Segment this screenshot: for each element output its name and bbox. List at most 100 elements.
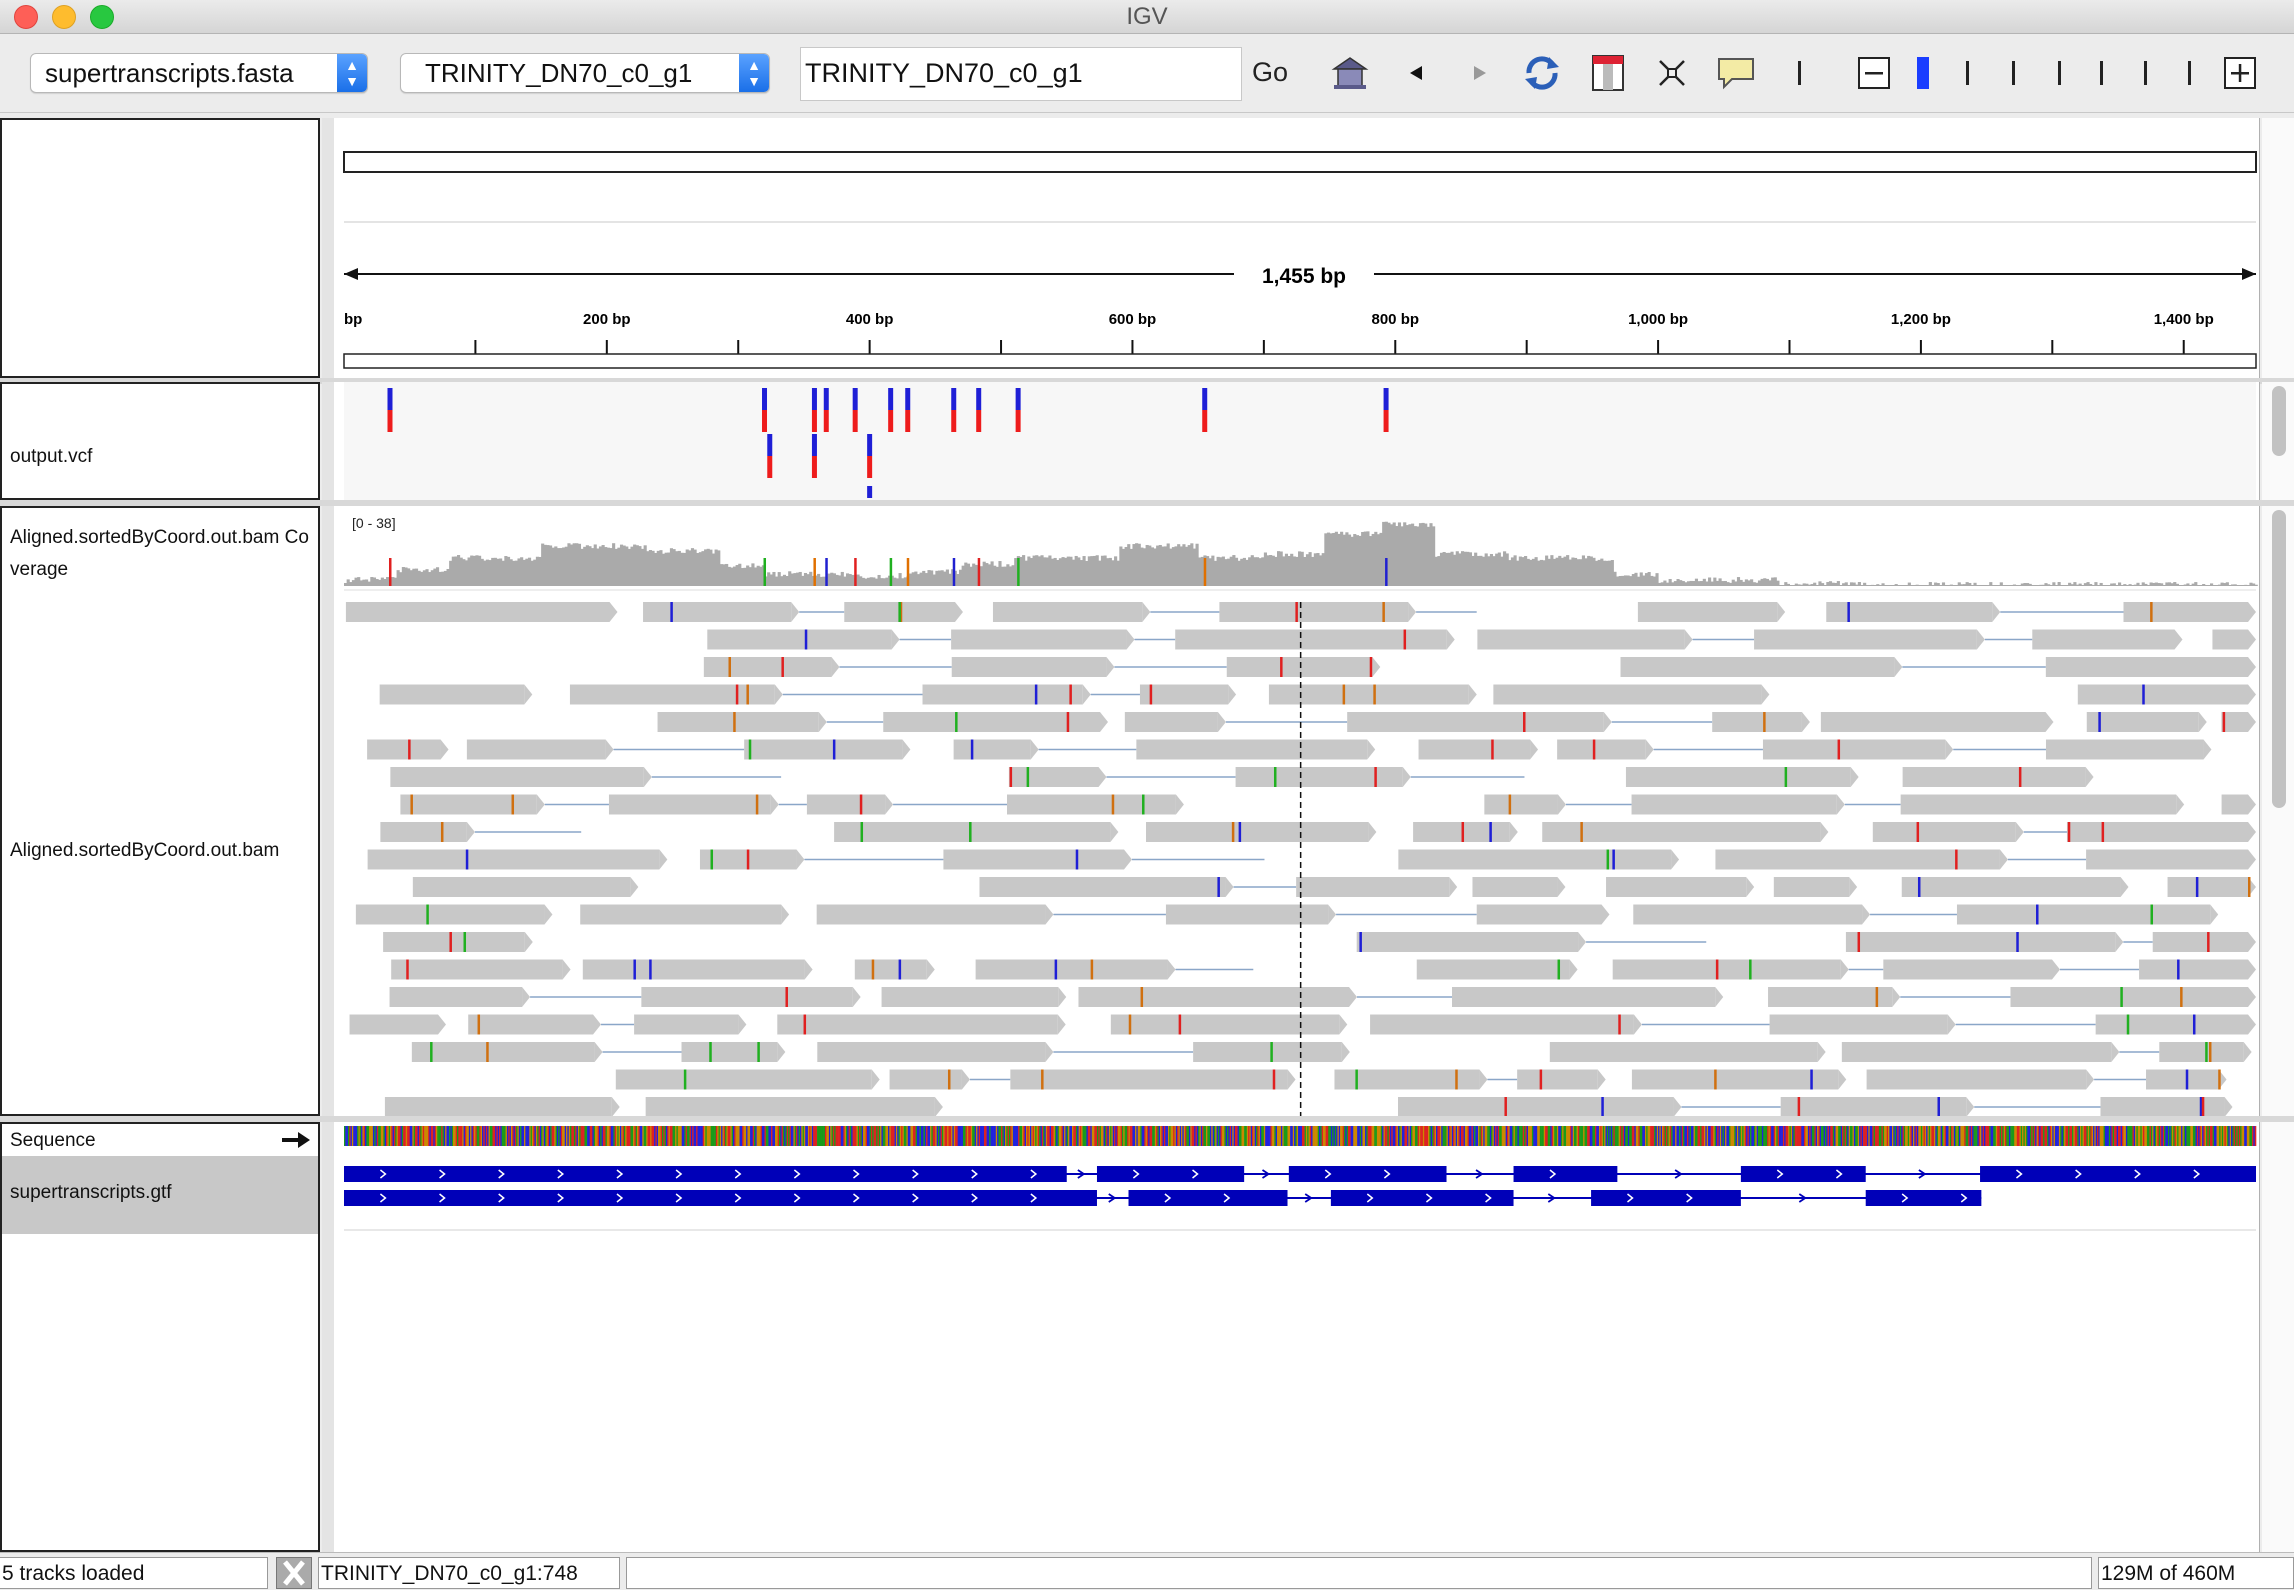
vcf-track-name[interactable]: output.vcf — [10, 446, 92, 468]
read-strand-arrow — [1999, 849, 2008, 870]
read-strand-arrow — [1123, 849, 1132, 870]
zoom-level-marker[interactable] — [1917, 57, 1929, 89]
forward-arrow-icon[interactable] — [1458, 51, 1502, 95]
feature-track[interactable] — [334, 1122, 2260, 1552]
read-mismatch — [1142, 794, 1145, 815]
variant-track[interactable] — [334, 382, 2260, 500]
aligned-read — [951, 657, 1107, 677]
aligned-read — [1398, 849, 1672, 870]
vcf-scrollbar[interactable] — [2262, 382, 2294, 500]
read-strand-arrow — [1673, 1097, 1682, 1117]
alignment-track-name[interactable]: Aligned.sortedByCoord.out.bam — [10, 840, 279, 862]
zoom-level-tick[interactable] — [2144, 61, 2147, 85]
panel-divider[interactable] — [322, 118, 334, 378]
read-mismatch — [733, 712, 736, 732]
ruler-tick-label: 400 bp — [846, 311, 894, 328]
region-of-interest-icon[interactable] — [1586, 51, 1630, 95]
read-strand-arrow — [605, 739, 614, 760]
read-strand-arrow — [2248, 987, 2256, 1007]
read-mismatch — [2185, 1069, 2189, 1090]
aligned-read — [881, 987, 1059, 1007]
aligned-read — [1712, 712, 1802, 732]
resize-to-window-icon[interactable] — [1650, 51, 1694, 95]
read-strand-arrow — [440, 739, 449, 760]
read-mismatch — [2207, 932, 2210, 952]
variant-call-het — [811, 388, 817, 410]
chromosome-ideogram[interactable] — [343, 151, 2257, 173]
read-mismatch — [430, 1042, 433, 1062]
aligned-read — [1193, 1042, 1342, 1062]
aligned-read — [817, 1042, 1046, 1062]
read-mismatch — [2201, 1097, 2205, 1117]
gtf-track-selected[interactable]: supertranscripts.gtf — [2, 1156, 318, 1234]
clear-status-icon[interactable] — [276, 1557, 312, 1589]
message-status — [626, 1557, 2092, 1589]
read-mismatch — [1491, 739, 1494, 760]
coverage-range-label: [0 - 38] — [352, 515, 396, 531]
read-mismatch — [465, 849, 469, 870]
aligned-read — [2045, 657, 2248, 677]
read-strand-arrow — [1777, 602, 1786, 622]
zoom-level-tick[interactable] — [2188, 61, 2191, 85]
read-mismatch — [2247, 877, 2251, 897]
read-strand-arrow — [2248, 794, 2256, 815]
read-strand-arrow — [2248, 932, 2256, 952]
variant-call-alt — [811, 410, 817, 432]
read-mismatch — [1714, 1069, 1717, 1090]
read-strand-arrow — [1597, 1069, 1606, 1090]
zoom-in-icon[interactable] — [2218, 51, 2262, 95]
vcf-scroll-thumb[interactable] — [2272, 386, 2286, 456]
panel-divider[interactable] — [322, 506, 334, 1116]
read-strand-arrow — [871, 1069, 880, 1090]
panel-divider[interactable] — [322, 1122, 334, 1552]
zoom-level-tick[interactable] — [2100, 61, 2103, 85]
read-strand-arrow — [562, 959, 571, 980]
zoom-out-icon[interactable] — [1852, 51, 1896, 95]
zoom-level-tick[interactable] — [2058, 61, 2061, 85]
vcf-background — [344, 382, 2256, 500]
zoom-level-tick[interactable] — [1966, 61, 1969, 85]
genome-dropdown[interactable]: supertranscripts.fasta ▲ ▼ — [30, 53, 368, 93]
aligned-read — [367, 739, 441, 760]
alignment-track[interactable]: [0 - 38] — [334, 506, 2260, 1117]
read-strand-arrow — [522, 987, 531, 1007]
read-mismatch — [1580, 822, 1583, 842]
chromosome-dropdown[interactable]: TRINITY_DN70_c0_g1 ▲ ▼ — [400, 53, 770, 93]
read-mismatch — [832, 739, 836, 760]
sequence-track-name[interactable]: Sequence — [10, 1130, 96, 1152]
go-button[interactable]: Go — [1252, 57, 1288, 88]
read-strand-arrow — [1820, 822, 1829, 842]
bam-panel: [0 - 38] — [334, 506, 2260, 1117]
read-strand-arrow — [1578, 932, 1587, 952]
strand-arrow-icon[interactable] — [280, 1130, 312, 1150]
read-strand-arrow — [1175, 794, 1184, 815]
aligned-read — [412, 877, 631, 897]
read-mismatch — [1557, 959, 1561, 980]
variant-call-het — [852, 388, 858, 410]
home-icon[interactable] — [1328, 51, 1372, 95]
bam-scrollbar[interactable] — [2262, 506, 2294, 1116]
read-mismatch — [755, 794, 759, 815]
feature-panel — [334, 1122, 2260, 1552]
zoom-level-tick[interactable] — [2012, 61, 2015, 85]
read-strand-arrow — [1715, 987, 1724, 1007]
ruler[interactable]: 1,455 bp bp 200 bp 400 bp 600 bp 800 bp 1,00… — [334, 118, 2260, 378]
popup-info-icon[interactable] — [1714, 51, 1758, 95]
read-mismatch — [746, 849, 750, 870]
aligned-read — [580, 904, 782, 925]
read-strand-arrow — [1530, 739, 1539, 760]
coverage-track-name[interactable]: Aligned.sortedByCoord.out.bam Coverage — [10, 522, 315, 586]
aligned-read — [1145, 822, 1369, 842]
variant-call-alt — [1015, 410, 1021, 432]
bam-scroll-thumb[interactable] — [2272, 510, 2286, 808]
read-mismatch — [440, 822, 444, 842]
read-mismatch — [1937, 1097, 1940, 1117]
locus-search-input[interactable]: TRINITY_DN70_c0_g1 — [800, 47, 1242, 101]
aligned-read — [1477, 629, 1685, 650]
aligned-read — [615, 1069, 872, 1090]
read-strand-arrow — [630, 877, 639, 897]
variant-call-alt — [976, 410, 982, 432]
refresh-icon[interactable] — [1520, 51, 1564, 95]
panel-divider[interactable] — [322, 382, 334, 500]
back-arrow-icon[interactable] — [1394, 51, 1438, 95]
